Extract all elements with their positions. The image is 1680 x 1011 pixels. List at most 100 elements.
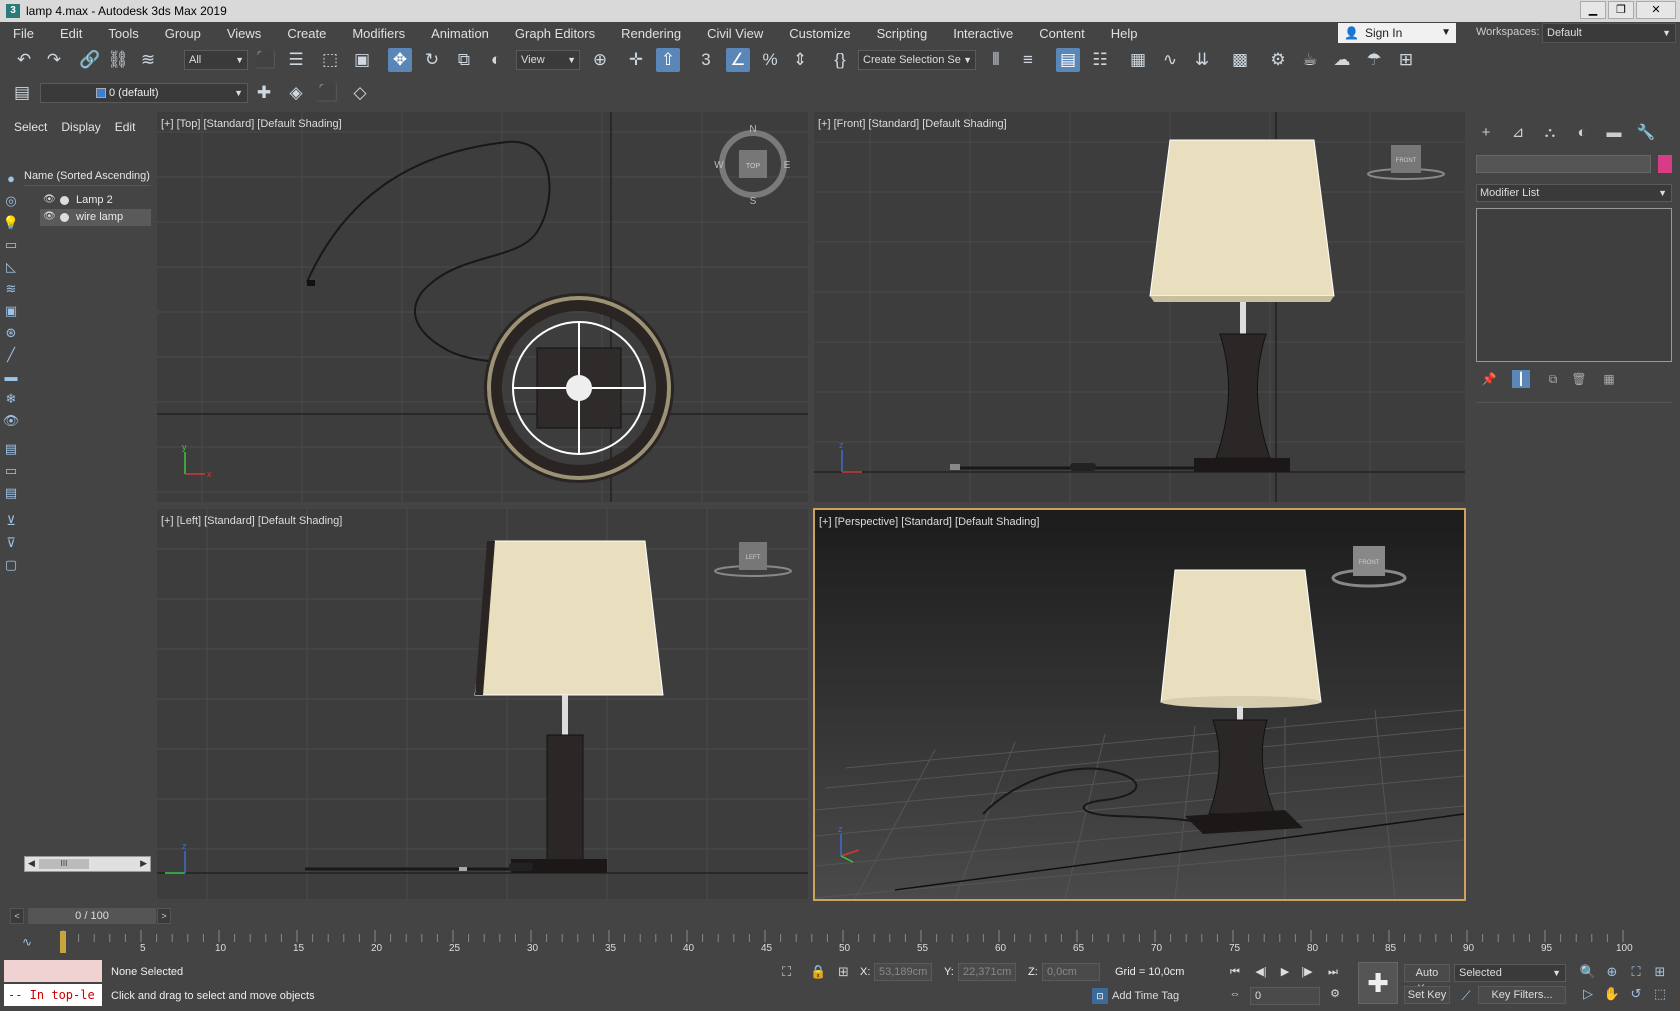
explorer-item-lamp-2[interactable]: 👁 Lamp 2 bbox=[40, 192, 151, 209]
show-end-result-icon[interactable]: ┃ bbox=[1512, 370, 1530, 388]
menu-graph-editors[interactable]: Graph Editors bbox=[502, 26, 608, 41]
modifier-list-dropdown[interactable]: Modifier List ▼ bbox=[1476, 184, 1672, 202]
viewcube[interactable]: LEFT bbox=[714, 542, 792, 577]
menu-content[interactable]: Content bbox=[1026, 26, 1098, 41]
selection-filter-dropdown[interactable]: All ▼ bbox=[184, 50, 248, 70]
pin-stack-icon[interactable]: 📌 bbox=[1480, 370, 1498, 388]
set-current-layer-icon[interactable]: ◇ bbox=[348, 81, 372, 105]
rendered-frame-window-icon[interactable]: ☕ bbox=[1298, 48, 1322, 72]
select-and-move-icon[interactable]: ✥ bbox=[388, 48, 412, 72]
render-setup-icon[interactable]: ⚙ bbox=[1266, 48, 1290, 72]
go-to-start-icon[interactable]: ⏮ bbox=[1226, 964, 1244, 980]
menu-rendering[interactable]: Rendering bbox=[608, 26, 694, 41]
edit-named-selection-icon[interactable]: {} bbox=[828, 48, 852, 72]
menu-customize[interactable]: Customize bbox=[776, 26, 863, 41]
add-time-tag-button[interactable]: ⊡ Add Time Tag bbox=[1092, 988, 1179, 1004]
maximize-viewport-icon[interactable]: ⬚ bbox=[1650, 984, 1670, 1004]
display-geometry-icon[interactable]: ● bbox=[0, 168, 22, 190]
display-dependents-icon[interactable]: ▤ bbox=[0, 482, 22, 504]
key-mode-toggle-icon[interactable]: ⇔ bbox=[1226, 986, 1244, 1002]
scroll-right-icon[interactable]: ▶ bbox=[140, 858, 147, 869]
menu-group[interactable]: Group bbox=[152, 26, 214, 41]
configure-modifier-sets-icon[interactable]: ▦ bbox=[1600, 370, 1618, 388]
snaps-toggle-icon[interactable]: 3 bbox=[694, 48, 718, 72]
create-layer-icon[interactable]: ✚ bbox=[252, 81, 276, 105]
scroll-thumb[interactable]: III bbox=[39, 859, 89, 869]
explorer-item-wire-lamp[interactable]: 👁 wire lamp bbox=[40, 209, 151, 226]
viewport-front[interactable]: FRONT z [+] [Front] [Standard] [Default … bbox=[814, 112, 1465, 502]
object-name-field[interactable] bbox=[1476, 155, 1651, 173]
display-containers-icon[interactable]: ▬ bbox=[0, 366, 22, 388]
display-groups-icon[interactable]: ▣ bbox=[0, 300, 22, 322]
display-tab-icon[interactable]: ▬ bbox=[1602, 122, 1626, 144]
spinner-snap-icon[interactable]: ⇕ bbox=[788, 48, 812, 72]
display-shapes-icon[interactable]: ◎ bbox=[0, 190, 22, 212]
hierarchy-tab-icon[interactable]: ⛬ bbox=[1538, 122, 1562, 144]
remove-modifier-icon[interactable]: 🗑 bbox=[1570, 370, 1588, 388]
previous-frame-icon[interactable]: ◀| bbox=[1252, 964, 1270, 980]
tab-select[interactable]: Select bbox=[0, 116, 47, 136]
tab-edit[interactable]: Edit bbox=[101, 116, 136, 136]
time-configuration-icon[interactable]: ⚙ bbox=[1326, 986, 1344, 1002]
mirror-icon[interactable]: ⫴ bbox=[984, 48, 1008, 72]
menu-animation[interactable]: Animation bbox=[418, 26, 502, 41]
close-button[interactable]: ✕ bbox=[1636, 1, 1676, 19]
display-space-warps-icon[interactable]: ≋ bbox=[0, 278, 22, 300]
modify-tab-icon[interactable]: ⊿ bbox=[1506, 122, 1530, 144]
reference-coordinate-dropdown[interactable]: View ▼ bbox=[516, 50, 580, 70]
auto-key-button[interactable]: Auto Key bbox=[1404, 964, 1450, 995]
object-dot-icon[interactable] bbox=[60, 213, 69, 222]
undo-icon[interactable]: ↶ bbox=[12, 48, 36, 72]
time-slider-next[interactable]: > bbox=[157, 908, 171, 924]
set-key-button[interactable]: Set Key bbox=[1404, 986, 1450, 1004]
motion-tab-icon[interactable]: ◐ bbox=[1570, 122, 1594, 144]
display-children-icon[interactable]: ▤ bbox=[0, 438, 22, 460]
angle-snap-icon[interactable]: ∠ bbox=[726, 48, 750, 72]
viewport-top[interactable]: TOP N S E W x y [+] [Top] [Standard] [De… bbox=[157, 112, 808, 502]
maximize-button[interactable]: ❐ bbox=[1608, 1, 1634, 19]
x-coord-field[interactable]: 53,189cm bbox=[874, 963, 932, 981]
select-by-name-icon[interactable]: ☰ bbox=[284, 48, 308, 72]
zoom-extents-all-icon[interactable]: ⊞ bbox=[1650, 962, 1670, 982]
select-and-rotate-icon[interactable]: ↻ bbox=[420, 48, 444, 72]
folder-icon[interactable]: ▢ bbox=[0, 554, 22, 576]
a360-gallery-icon[interactable]: ⊞ bbox=[1394, 48, 1418, 72]
time-slider[interactable]: < 0 / 100 > bbox=[6, 908, 171, 924]
render-production-icon[interactable]: ☁ bbox=[1330, 48, 1354, 72]
display-frozen-icon[interactable]: 👁 bbox=[0, 410, 22, 432]
viewport-label-left[interactable]: [+] [Left] [Standard] [Default Shading] bbox=[161, 515, 342, 527]
select-and-place-icon[interactable]: ◐ bbox=[484, 48, 508, 72]
display-helpers-icon[interactable]: ◺ bbox=[0, 256, 22, 278]
absolute-mode-icon[interactable]: ⊞ bbox=[838, 964, 849, 980]
zoom-all-icon[interactable]: ⊕ bbox=[1602, 962, 1622, 982]
eye-icon[interactable]: 👁 bbox=[43, 211, 56, 222]
display-xrefs-icon[interactable]: ⊛ bbox=[0, 322, 22, 344]
redo-icon[interactable]: ↷ bbox=[42, 48, 66, 72]
selection-lock-icon[interactable]: 🔒 bbox=[810, 964, 826, 980]
pivot-center-icon[interactable]: ⊕ bbox=[588, 48, 612, 72]
tab-display[interactable]: Display bbox=[47, 116, 100, 136]
add-to-layer-icon[interactable]: ◈ bbox=[284, 81, 308, 105]
explorer-column-header[interactable]: Name (Sorted Ascending) bbox=[24, 170, 151, 186]
viewport-label-front[interactable]: [+] [Front] [Standard] [Default Shading] bbox=[818, 118, 1007, 130]
schematic-view-icon[interactable]: ⇊ bbox=[1190, 48, 1214, 72]
view-compass[interactable]: TOP N S E W bbox=[714, 124, 790, 207]
unlink-icon[interactable]: ⛓ bbox=[106, 48, 130, 72]
sign-in-button[interactable]: 👤 Sign In ▼ bbox=[1338, 23, 1456, 43]
display-particles-icon[interactable]: ❄ bbox=[0, 388, 22, 410]
utilities-tab-icon[interactable]: 🔧 bbox=[1634, 122, 1658, 144]
display-bones-icon[interactable]: ╱ bbox=[0, 344, 22, 366]
object-dot-icon[interactable] bbox=[60, 196, 69, 205]
toggle-ribbon-icon[interactable]: ▦ bbox=[1126, 48, 1150, 72]
menu-views[interactable]: Views bbox=[214, 26, 274, 41]
menu-help[interactable]: Help bbox=[1098, 26, 1151, 41]
select-in-layer-icon[interactable]: ⬛ bbox=[316, 81, 340, 105]
named-selection-dropdown[interactable]: Create Selection Se ▼ bbox=[858, 50, 976, 70]
funnel-icon[interactable]: ⊽ bbox=[0, 532, 22, 554]
pan-view-icon[interactable]: ✋ bbox=[1602, 984, 1622, 1004]
menu-edit[interactable]: Edit bbox=[47, 26, 95, 41]
time-cursor[interactable] bbox=[60, 931, 66, 953]
zoom-extents-icon[interactable]: ⛶ bbox=[1626, 962, 1646, 982]
key-mode-dropdown[interactable]: Selected ▼ bbox=[1454, 964, 1566, 982]
time-slider-prev[interactable]: < bbox=[10, 908, 24, 924]
